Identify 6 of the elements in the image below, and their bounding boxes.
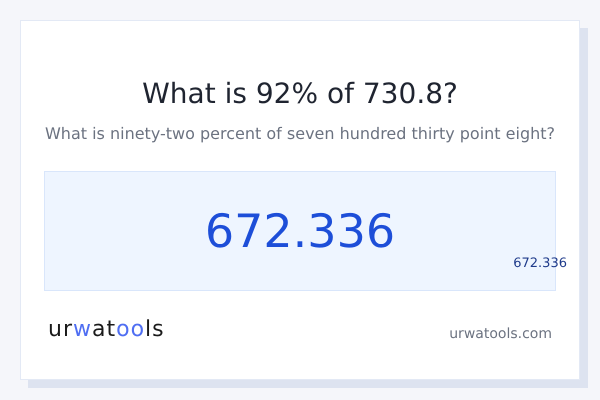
subtitle: What is ninety-two percent of seven hundred thirty point eight? xyxy=(44,123,556,145)
site-url: urwatools.com xyxy=(449,325,552,343)
logo: urwatools xyxy=(48,317,165,343)
page-title: What is 92% of 730.8? xyxy=(142,76,458,112)
result-value: 672.336 xyxy=(204,203,396,259)
result-caption: 672.336 xyxy=(513,256,567,272)
